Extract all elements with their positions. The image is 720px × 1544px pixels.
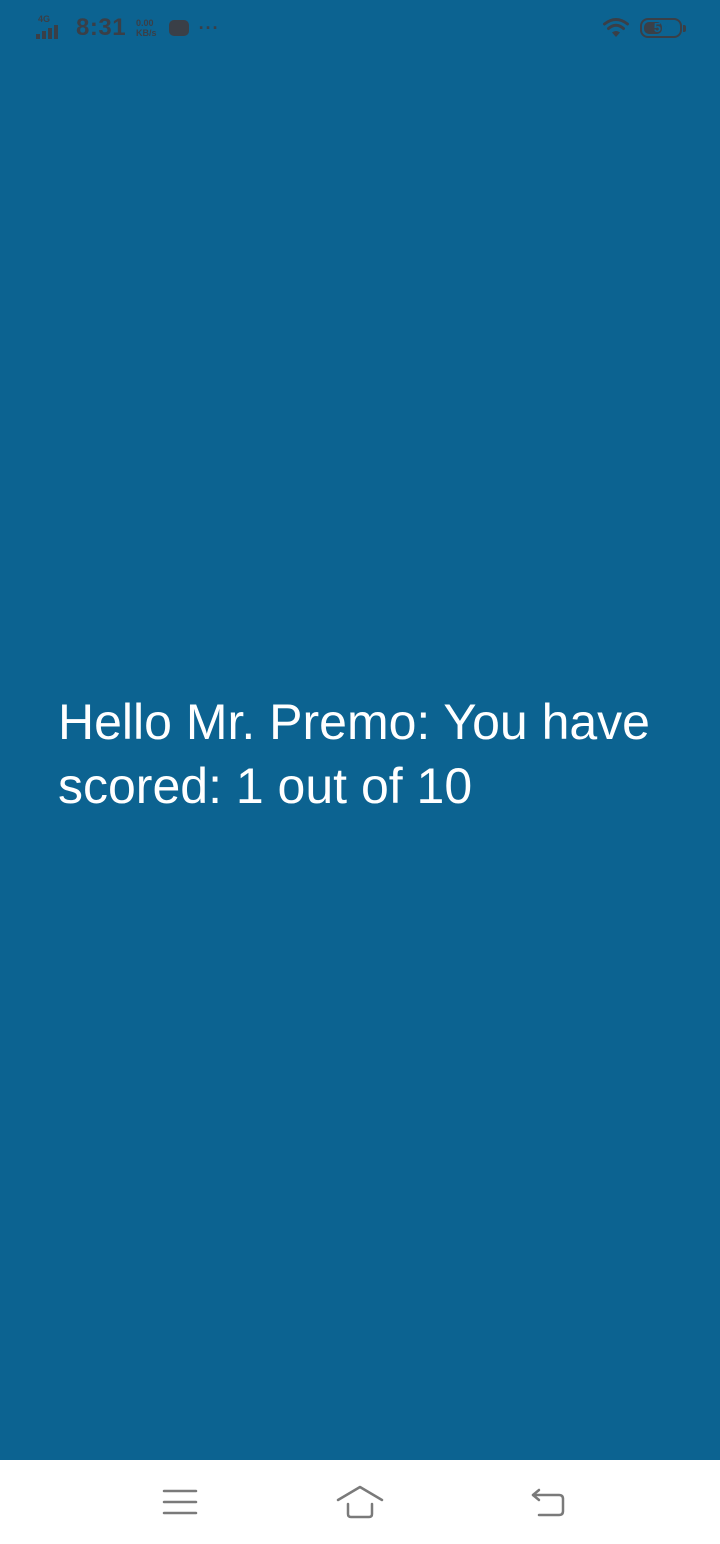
home-button[interactable] bbox=[330, 1478, 390, 1526]
battery-level: 57 bbox=[653, 20, 669, 35]
home-icon bbox=[336, 1485, 384, 1519]
status-left: 4G 8:31 0.00 KB/s ··· bbox=[36, 12, 220, 44]
more-icon: ··· bbox=[198, 17, 220, 38]
menu-button[interactable] bbox=[150, 1478, 210, 1526]
wifi-icon bbox=[602, 17, 630, 39]
status-time: 8:31 bbox=[76, 14, 127, 41]
back-icon bbox=[531, 1488, 565, 1517]
network-speed-value: 0.00 bbox=[136, 18, 154, 28]
score-message: Hello Mr. Premo: You have scored: 1 out … bbox=[58, 694, 650, 814]
menu-icon bbox=[162, 1489, 198, 1515]
network-speed: 0.00 KB/s bbox=[136, 18, 157, 38]
signal-icon: 4G bbox=[36, 15, 68, 41]
back-button[interactable] bbox=[519, 1478, 579, 1526]
status-bar: 4G 8:31 0.00 KB/s ··· 57 bbox=[0, 0, 720, 56]
network-speed-unit: KB/s bbox=[136, 28, 157, 38]
battery-icon: 57 bbox=[640, 18, 686, 38]
message-icon bbox=[168, 20, 189, 36]
status-right: 57 bbox=[602, 14, 686, 42]
navigation-bar bbox=[0, 1460, 720, 1544]
network-type: 4G bbox=[38, 14, 51, 24]
